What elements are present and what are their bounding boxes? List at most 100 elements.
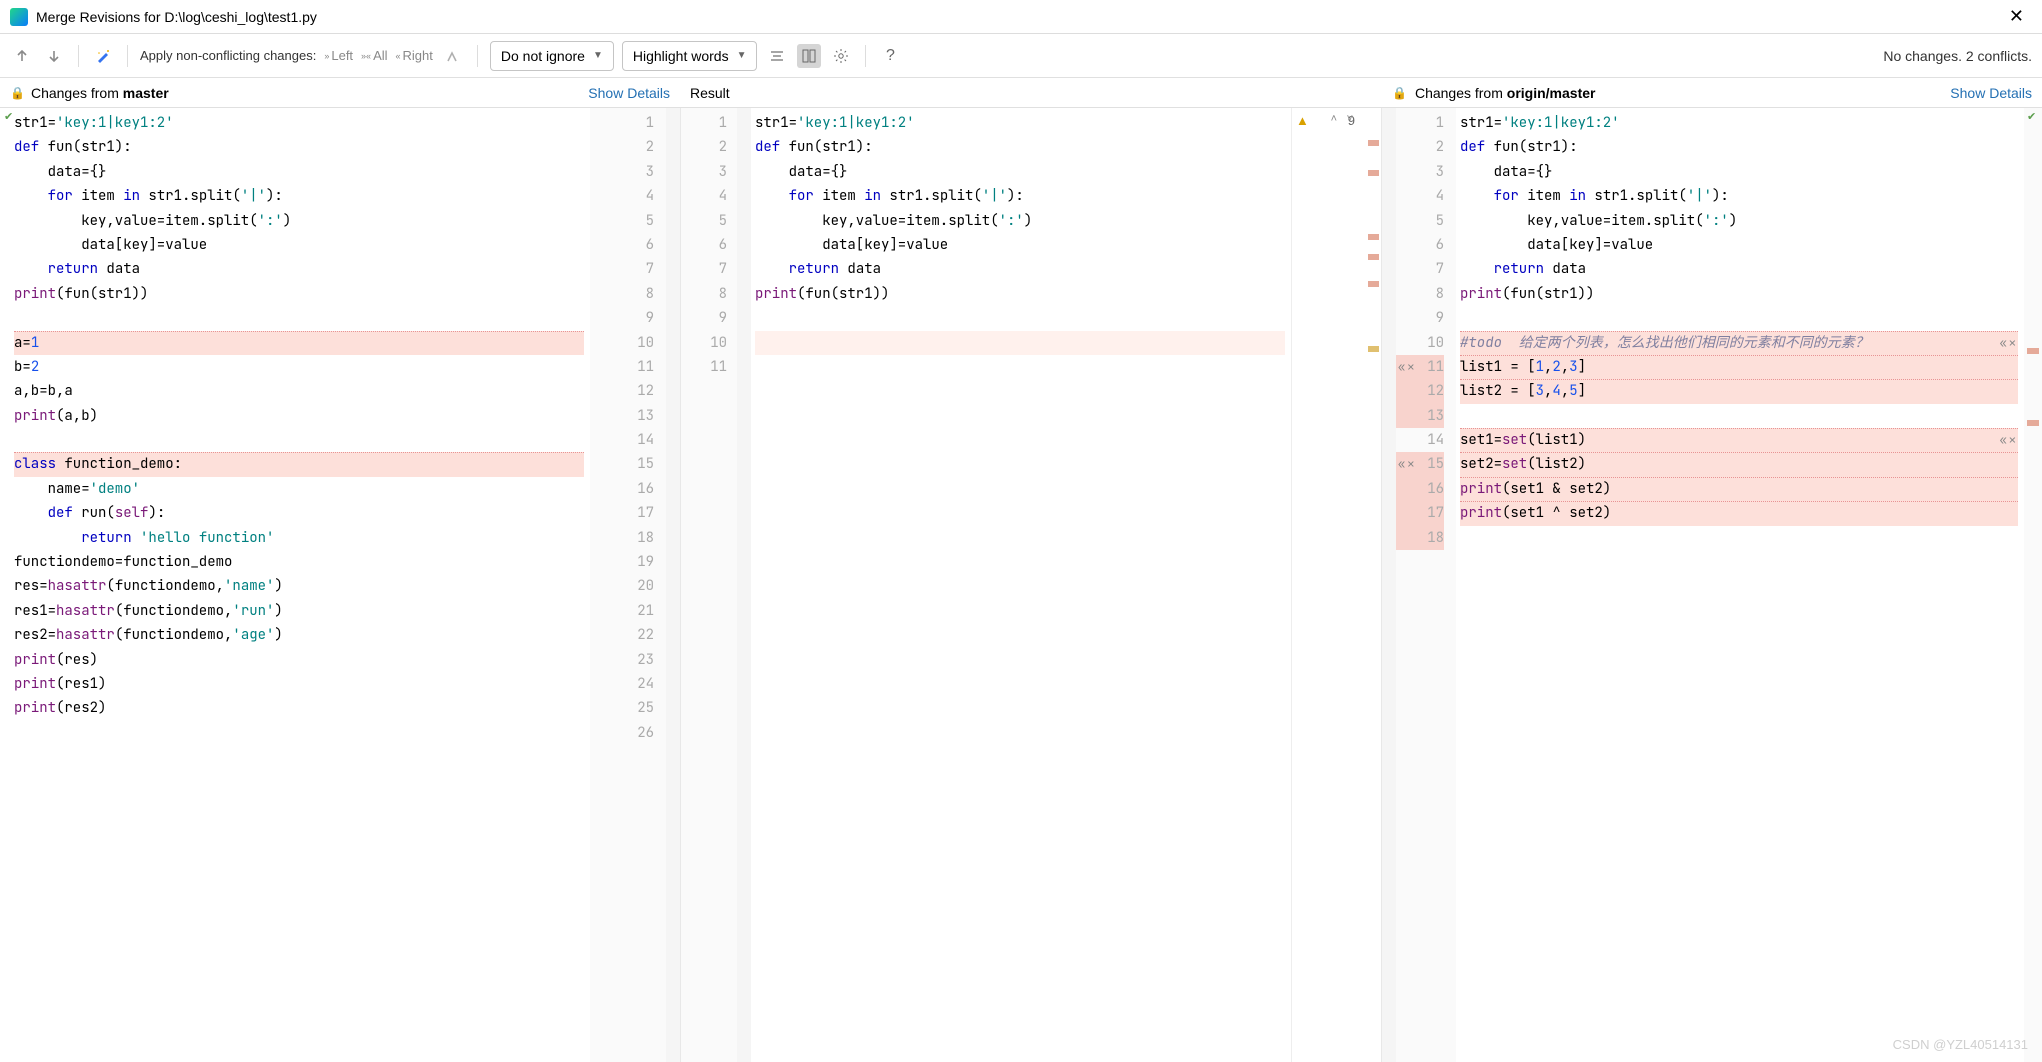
code-line — [1460, 306, 2018, 330]
code-line: str1='key:1|key1:2' — [14, 111, 584, 135]
code-line — [755, 306, 1285, 330]
line-number: 6 — [681, 233, 727, 257]
reject-icon[interactable]: ✕ — [1407, 355, 1414, 379]
line-number: 24 — [590, 672, 654, 696]
line-number: 16 — [1396, 477, 1444, 501]
code-line: return data — [755, 257, 1285, 281]
ignore-dropdown[interactable]: Do not ignore▼ — [490, 41, 614, 71]
nav-up-icon[interactable]: ˄ — [1331, 113, 1337, 125]
settings-icon[interactable] — [829, 44, 853, 68]
highlight-dropdown[interactable]: Highlight words▼ — [622, 41, 758, 71]
code-line: name='demo' — [14, 477, 584, 501]
line-number: 18 — [1396, 526, 1444, 550]
line-number: 6 — [1396, 233, 1444, 257]
mid-pane-title: Result — [690, 85, 730, 101]
code-line: print(fun(str1)) — [14, 282, 584, 306]
line-number: 7 — [681, 257, 727, 281]
left-handle[interactable] — [666, 108, 680, 1062]
line-number: 7 — [590, 257, 654, 281]
line-number: 2 — [681, 135, 727, 159]
show-details-right[interactable]: Show Details — [1950, 85, 2032, 101]
code-line: def fun(str1): — [1460, 135, 2018, 159]
line-number: 11 — [590, 355, 654, 379]
line-number: 17 — [590, 501, 654, 525]
line-number: 9 — [1396, 306, 1444, 330]
right-error-stripe[interactable]: ✔ — [2024, 108, 2042, 1062]
code-line: for item in str1.split('|'): — [1460, 184, 2018, 208]
code-line — [14, 428, 584, 452]
line-number: 8 — [1396, 282, 1444, 306]
code-line — [755, 331, 1285, 355]
help-icon[interactable]: ? — [878, 44, 902, 68]
prev-diff-button[interactable] — [10, 44, 34, 68]
toolbar: Apply non-conflicting changes: »Left »«A… — [0, 34, 2042, 78]
code-line: for item in str1.split('|'): — [14, 184, 584, 208]
line-number: 14 — [1396, 428, 1444, 452]
line-number: 10 — [1396, 331, 1444, 355]
accept-icon[interactable]: « — [2000, 428, 2007, 452]
result-editor[interactable]: str1='key:1|key1:2'def fun(str1): data={… — [751, 108, 1291, 1062]
left-editor[interactable]: str1='key:1|key1:2'def fun(str1): data={… — [10, 108, 590, 1062]
window-title: Merge Revisions for D:\log\ceshi_log\tes… — [36, 9, 317, 25]
status-label: No changes. 2 conflicts. — [1883, 48, 2032, 64]
line-number: 2 — [1396, 135, 1444, 159]
apply-right-button[interactable]: «Right — [396, 48, 433, 63]
next-diff-button[interactable] — [42, 44, 66, 68]
left-pane-title: Changes from master — [31, 85, 169, 101]
code-line: res1=hasattr(functiondemo,'run') — [14, 599, 584, 623]
line-number: 4 — [681, 184, 727, 208]
sync-scroll-icon[interactable] — [797, 44, 821, 68]
result-pane: 1234567891011 str1='key:1|key1:2'def fun… — [680, 108, 1382, 1062]
warning-icon: ▲ — [1296, 113, 1309, 128]
line-number: 5 — [590, 209, 654, 233]
code-line — [1460, 404, 2018, 428]
lock-icon: 🔒 — [1392, 86, 1407, 100]
magic-resolve-button[interactable] — [91, 44, 115, 68]
line-number: 10 — [681, 331, 727, 355]
code-line — [14, 306, 584, 330]
line-number: 19 — [590, 550, 654, 574]
line-number: 15 — [590, 452, 654, 476]
line-number: 22 — [590, 623, 654, 647]
code-line: key,value=item.split(':') — [755, 209, 1285, 233]
line-number: 4 — [590, 184, 654, 208]
code-line: def fun(str1): — [14, 135, 584, 159]
line-number: 11«✕ — [1396, 355, 1444, 379]
line-number: 16 — [590, 477, 654, 501]
code-line: a=1 — [14, 331, 584, 355]
code-line: res=hasattr(functiondemo,'name') — [14, 574, 584, 598]
right-handle[interactable] — [1382, 108, 1396, 1062]
line-number: 25 — [590, 696, 654, 720]
close-icon[interactable]: ✕ — [2001, 6, 2032, 27]
mid-error-stripe[interactable]: ▲ 9 ˄ ˅ — [1291, 108, 1381, 1062]
right-gutter: 1234567891011«✕12131415«✕161718 — [1396, 108, 1456, 1062]
code-line: print(res) — [14, 648, 584, 672]
line-number: 2 — [590, 135, 654, 159]
reject-icon[interactable]: ✕ — [2009, 331, 2016, 355]
mid-handle-l[interactable] — [737, 108, 751, 1062]
apply-all-button[interactable]: »«All — [361, 48, 387, 63]
accept-icon[interactable]: « — [2000, 331, 2007, 355]
line-number: 9 — [681, 306, 727, 330]
code-line: data[key]=value — [1460, 233, 2018, 257]
nav-down-icon[interactable]: ˅ — [1347, 113, 1353, 125]
line-number: 1 — [681, 111, 727, 135]
line-number: 10 — [590, 331, 654, 355]
accept-icon[interactable]: « — [1398, 452, 1405, 476]
reject-icon[interactable]: ✕ — [2009, 428, 2016, 452]
line-number: 3 — [590, 160, 654, 184]
collapse-icon[interactable] — [765, 44, 789, 68]
accept-icon[interactable]: « — [1398, 355, 1405, 379]
code-line — [14, 721, 584, 745]
apply-left-button[interactable]: »Left — [324, 48, 353, 63]
line-number: 20 — [590, 574, 654, 598]
show-details-left[interactable]: Show Details — [588, 85, 670, 101]
right-editor[interactable]: str1='key:1|key1:2'def fun(str1): data={… — [1456, 108, 2024, 1062]
revert-icon[interactable] — [441, 44, 465, 68]
line-number: 23 — [590, 648, 654, 672]
reject-icon[interactable]: ✕ — [1407, 452, 1414, 476]
mid-gutter-left: 1234567891011 — [681, 108, 737, 1062]
line-number: 12 — [590, 379, 654, 403]
code-line: return data — [1460, 257, 2018, 281]
code-line: return data — [14, 257, 584, 281]
